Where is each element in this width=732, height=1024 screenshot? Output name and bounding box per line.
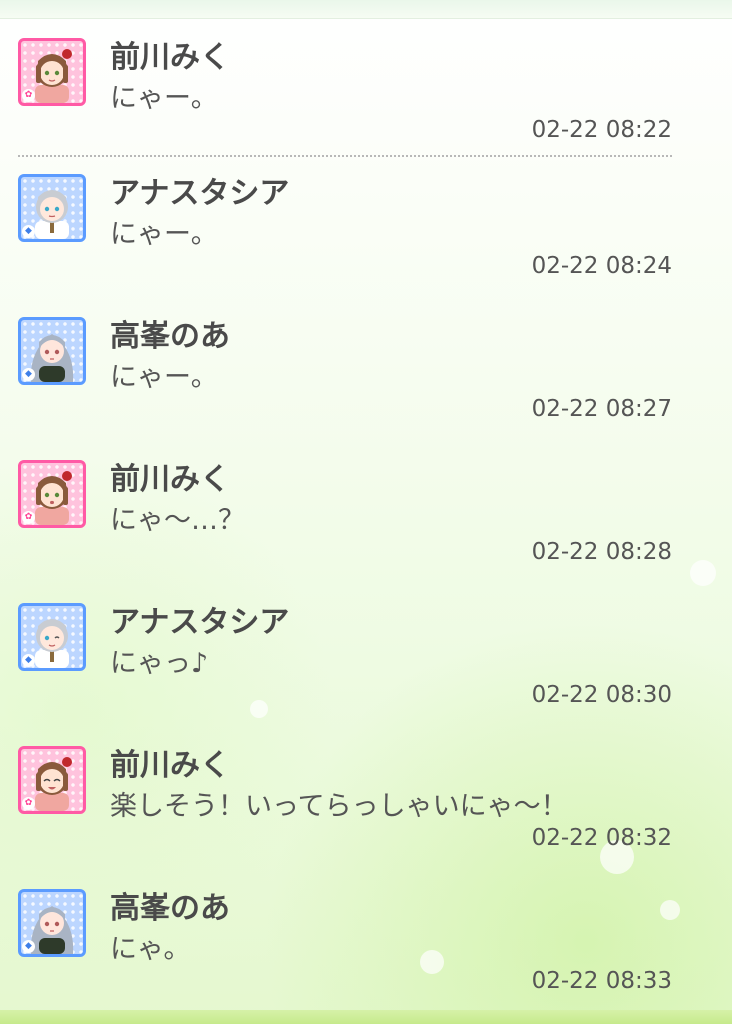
message-item: ✿ 前川みく 楽しそう！いってらっしゃいにゃ〜！ 02-22 08:32 [0,728,732,871]
timestamp: 02-22 08:22 [531,117,672,143]
sender-name: 前川みく [110,462,230,497]
noa-avatar-icon[interactable]: ◆ [18,889,86,957]
sender-name: 高峯のあ [110,319,230,354]
timestamp: 02-22 08:24 [531,253,672,279]
cute-type-icon: ✿ [22,797,35,810]
message-text: にゃっ♪ [110,648,209,679]
sender-name: 前川みく [110,40,230,75]
miku-avatar-icon[interactable]: ✿ [18,746,86,814]
message-feed[interactable]: ✿ 前川みく にゃー。 02-22 08:22 ◆ アナスタシア にゃー。 02… [0,20,732,1014]
message-text: にゃー。 [110,362,218,393]
message-text: にゃ。 [110,934,191,965]
message-item: ◆ 高峯のあ にゃ。 02-22 08:33 [0,871,732,1014]
message-text: にゃー。 [110,219,218,250]
message-item: ✿ 前川みく にゃ〜…？ 02-22 08:28 [0,442,732,585]
sender-name: アナスタシア [110,176,290,211]
message-item: ✿ 前川みく にゃー。 02-22 08:22 [0,20,732,157]
cool-type-icon: ◆ [22,225,35,238]
message-item: ◆ アナスタシア にゃー。 02-22 08:24 [0,156,732,299]
timestamp: 02-22 08:32 [531,825,672,851]
message-text: にゃー。 [110,83,218,114]
cool-type-icon: ◆ [22,654,35,667]
timestamp: 02-22 08:33 [531,968,672,994]
sender-name: 前川みく [110,748,230,783]
sender-name: アナスタシア [110,605,290,640]
message-text: にゃ〜…？ [110,505,245,536]
message-text: 楽しそう！いってらっしゃいにゃ〜！ [110,791,568,822]
timestamp: 02-22 08:30 [531,682,672,708]
cool-type-icon: ◆ [22,940,35,953]
bottom-bar [0,1010,732,1024]
cute-type-icon: ✿ [22,511,35,524]
noa-avatar-icon[interactable]: ◆ [18,317,86,385]
top-bar [0,0,732,19]
cool-type-icon: ◆ [22,368,35,381]
miku-avatar-icon[interactable]: ✿ [18,460,86,528]
cute-type-icon: ✿ [22,89,35,102]
anastasia-avatar-icon[interactable]: ◆ [18,174,86,242]
anastasia-avatar-icon[interactable]: ◆ [18,603,86,671]
message-item: ◆ アナスタシア にゃっ♪ 02-22 08:30 [0,585,732,728]
message-item: ◆ 高峯のあ にゃー。 02-22 08:27 [0,299,732,442]
sender-name: 高峯のあ [110,891,230,926]
timestamp: 02-22 08:27 [531,396,672,422]
miku-avatar-icon[interactable]: ✿ [18,38,86,106]
timestamp: 02-22 08:28 [531,539,672,565]
